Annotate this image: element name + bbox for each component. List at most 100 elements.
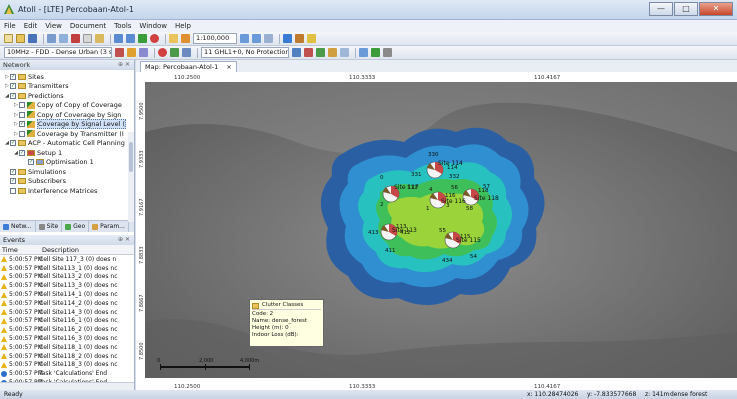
cut-icon[interactable] xyxy=(71,34,80,43)
print-preview-icon[interactable] xyxy=(59,34,68,43)
zoom-out-icon[interactable] xyxy=(252,34,261,43)
event-row[interactable]: 5:00:57 PM Cell Site118_3 (0) does nc xyxy=(0,361,134,370)
tree-item[interactable]: ▷ Copy of Coverage by Sign xyxy=(0,110,134,120)
menu-tools[interactable]: Tools xyxy=(114,22,131,30)
menu-document[interactable]: Document xyxy=(70,22,106,30)
events-pin-icon[interactable]: ⊕ ✕ xyxy=(118,235,130,245)
event-row[interactable]: 5:00:57 PMTask 'Calculations' End xyxy=(0,369,134,378)
menu-window[interactable]: Window xyxy=(139,22,167,30)
paste-icon[interactable] xyxy=(95,34,104,43)
protection-combo[interactable]: 11 GHL1+0, No Protection xyxy=(201,47,289,58)
visibility-checkbox[interactable]: ✓ xyxy=(19,149,25,156)
table-icon[interactable] xyxy=(182,48,191,57)
undo-icon[interactable] xyxy=(114,34,123,43)
close-button[interactable]: ✕ xyxy=(699,2,733,16)
event-row[interactable]: 5:00:57 PM Cell Site116_3 (0) does nc xyxy=(0,334,134,343)
tree-item[interactable]: ◢ ✓ ACP - Automatic Cell Planning xyxy=(0,139,134,149)
visibility-checkbox[interactable] xyxy=(10,187,16,194)
event-row[interactable]: 5:00:57 PM Cell Site116_1 (0) does nc xyxy=(0,317,134,326)
copy-icon[interactable] xyxy=(83,34,92,43)
tree-item[interactable]: ✓ Simulations xyxy=(0,167,134,177)
menu-file[interactable]: File xyxy=(4,22,16,30)
maximize-button[interactable]: □ xyxy=(674,2,698,16)
menu-help[interactable]: Help xyxy=(175,22,191,30)
event-row[interactable]: 5:00:57 PM Cell Site114_1 (0) does nc xyxy=(0,290,134,299)
visibility-checkbox[interactable] xyxy=(19,130,25,137)
events-horizontal-scrollbar[interactable] xyxy=(0,382,134,390)
coverage-icon[interactable] xyxy=(359,48,368,57)
pan-icon[interactable] xyxy=(283,34,292,43)
new-document-icon[interactable] xyxy=(4,34,13,43)
prediction-icon[interactable] xyxy=(371,48,380,57)
visibility-checkbox[interactable]: ✓ xyxy=(10,73,16,80)
event-row[interactable]: 5:00:57 PM Cell Site 117_3 (0) does n xyxy=(0,255,134,264)
point-analysis-icon[interactable] xyxy=(304,48,313,57)
event-row[interactable]: 5:00:57 PM Cell Site114_3 (0) does nc xyxy=(0,308,134,317)
pin-icon[interactable]: ⊕ ✕ xyxy=(118,60,130,70)
save-icon[interactable] xyxy=(28,34,37,43)
explorer-tab[interactable]: Geo xyxy=(62,221,90,232)
visibility-checkbox[interactable]: ✓ xyxy=(10,83,16,90)
tree-item[interactable]: ▷ ✓ Sites xyxy=(0,72,134,82)
print-icon[interactable] xyxy=(47,34,56,43)
tree-vertical-scrollbar[interactable] xyxy=(128,132,134,222)
visibility-checkbox[interactable]: ✓ xyxy=(19,121,25,128)
tree-item[interactable]: ▷ ✓ Coverage by Signal Level ( xyxy=(0,119,134,130)
antenna-icon[interactable] xyxy=(115,48,124,57)
event-row[interactable]: 5:00:57 PM Cell Site113_1 (0) does nc xyxy=(0,264,134,273)
zoom-tool-icon[interactable] xyxy=(181,34,190,43)
visibility-checkbox[interactable]: ✓ xyxy=(10,92,16,99)
tree-item[interactable]: ◢ ✓ Predictions xyxy=(0,91,134,101)
binoculars-icon[interactable] xyxy=(307,34,316,43)
frequency-band-combo[interactable]: 10MHz - FDD - Dense Urban (3 sec xyxy=(4,47,112,58)
explorer-tab[interactable]: Site xyxy=(36,221,63,232)
layer-icon[interactable] xyxy=(169,34,178,43)
visibility-checkbox[interactable]: ✓ xyxy=(28,159,34,166)
tree-item[interactable]: ◢ ✓ Setup 1 xyxy=(0,148,134,158)
minimize-button[interactable]: — xyxy=(649,2,673,16)
histogram-icon[interactable] xyxy=(383,48,392,57)
visibility-checkbox[interactable] xyxy=(19,102,25,109)
grid-icon[interactable] xyxy=(170,48,179,57)
event-row[interactable]: 5:00:57 PM Cell Site113_3 (0) does nc xyxy=(0,281,134,290)
zoom-extent-icon[interactable] xyxy=(264,34,273,43)
event-row[interactable]: 5:00:57 PM Cell Site116_2 (0) does nc xyxy=(0,325,134,334)
tree-item[interactable]: ▷ ✓ Transmitters xyxy=(0,82,134,92)
zoom-in-icon[interactable] xyxy=(240,34,249,43)
tree-item[interactable]: ▷ Copy of Copy of Coverage xyxy=(0,101,134,111)
stop-icon[interactable] xyxy=(150,34,159,43)
map-tab-close-icon[interactable]: × xyxy=(226,63,231,71)
tree-item[interactable]: Interference Matrices xyxy=(0,186,134,196)
tree-item[interactable]: ✓ Optimisation 1 xyxy=(0,158,134,168)
map-canvas[interactable]: Site 117 Site 114 Site 116 Site 118 Site… xyxy=(136,72,737,390)
tree-item[interactable]: ✓ Subscribers xyxy=(0,177,134,187)
explorer-tab[interactable]: Netw... xyxy=(0,221,36,232)
open-folder-icon[interactable] xyxy=(16,34,25,43)
event-row[interactable]: 5:00:57 PM Cell Site118_1 (0) does nc xyxy=(0,343,134,352)
visibility-checkbox[interactable]: ✓ xyxy=(10,140,16,147)
add-site-icon[interactable] xyxy=(316,48,325,57)
event-row[interactable]: 5:00:57 PM Cell Site113_2 (0) does nc xyxy=(0,273,134,282)
visibility-checkbox[interactable]: ✓ xyxy=(10,178,16,185)
path-icon[interactable] xyxy=(292,48,301,57)
redo-icon[interactable] xyxy=(126,34,135,43)
scale-combo[interactable]: 1:100,000 xyxy=(193,33,237,44)
event-row[interactable]: 5:00:57 PM Cell Site114_2 (0) does nc xyxy=(0,299,134,308)
events-col-time[interactable]: Time xyxy=(0,245,42,254)
visibility-checkbox[interactable] xyxy=(19,111,25,118)
measure-icon[interactable] xyxy=(295,34,304,43)
events-col-description[interactable]: Description xyxy=(42,245,79,254)
target-icon[interactable] xyxy=(158,48,167,57)
event-row[interactable]: 5:00:57 PM Cell Site118_2 (0) does nc xyxy=(0,352,134,361)
explorer-tab[interactable]: Param... xyxy=(89,221,129,232)
site-icon[interactable] xyxy=(127,48,136,57)
tab-map[interactable]: Map: Percobaan-Atol-1 × xyxy=(140,61,237,72)
region-icon[interactable] xyxy=(340,48,349,57)
move-site-icon[interactable] xyxy=(328,48,337,57)
calculate-icon[interactable] xyxy=(138,34,147,43)
transmitter-icon[interactable] xyxy=(139,48,148,57)
menu-edit[interactable]: Edit xyxy=(24,22,38,30)
tree-item[interactable]: ▷ Coverage by Transmitter (I xyxy=(0,129,134,139)
visibility-checkbox[interactable]: ✓ xyxy=(10,168,16,175)
menu-view[interactable]: View xyxy=(45,22,62,30)
